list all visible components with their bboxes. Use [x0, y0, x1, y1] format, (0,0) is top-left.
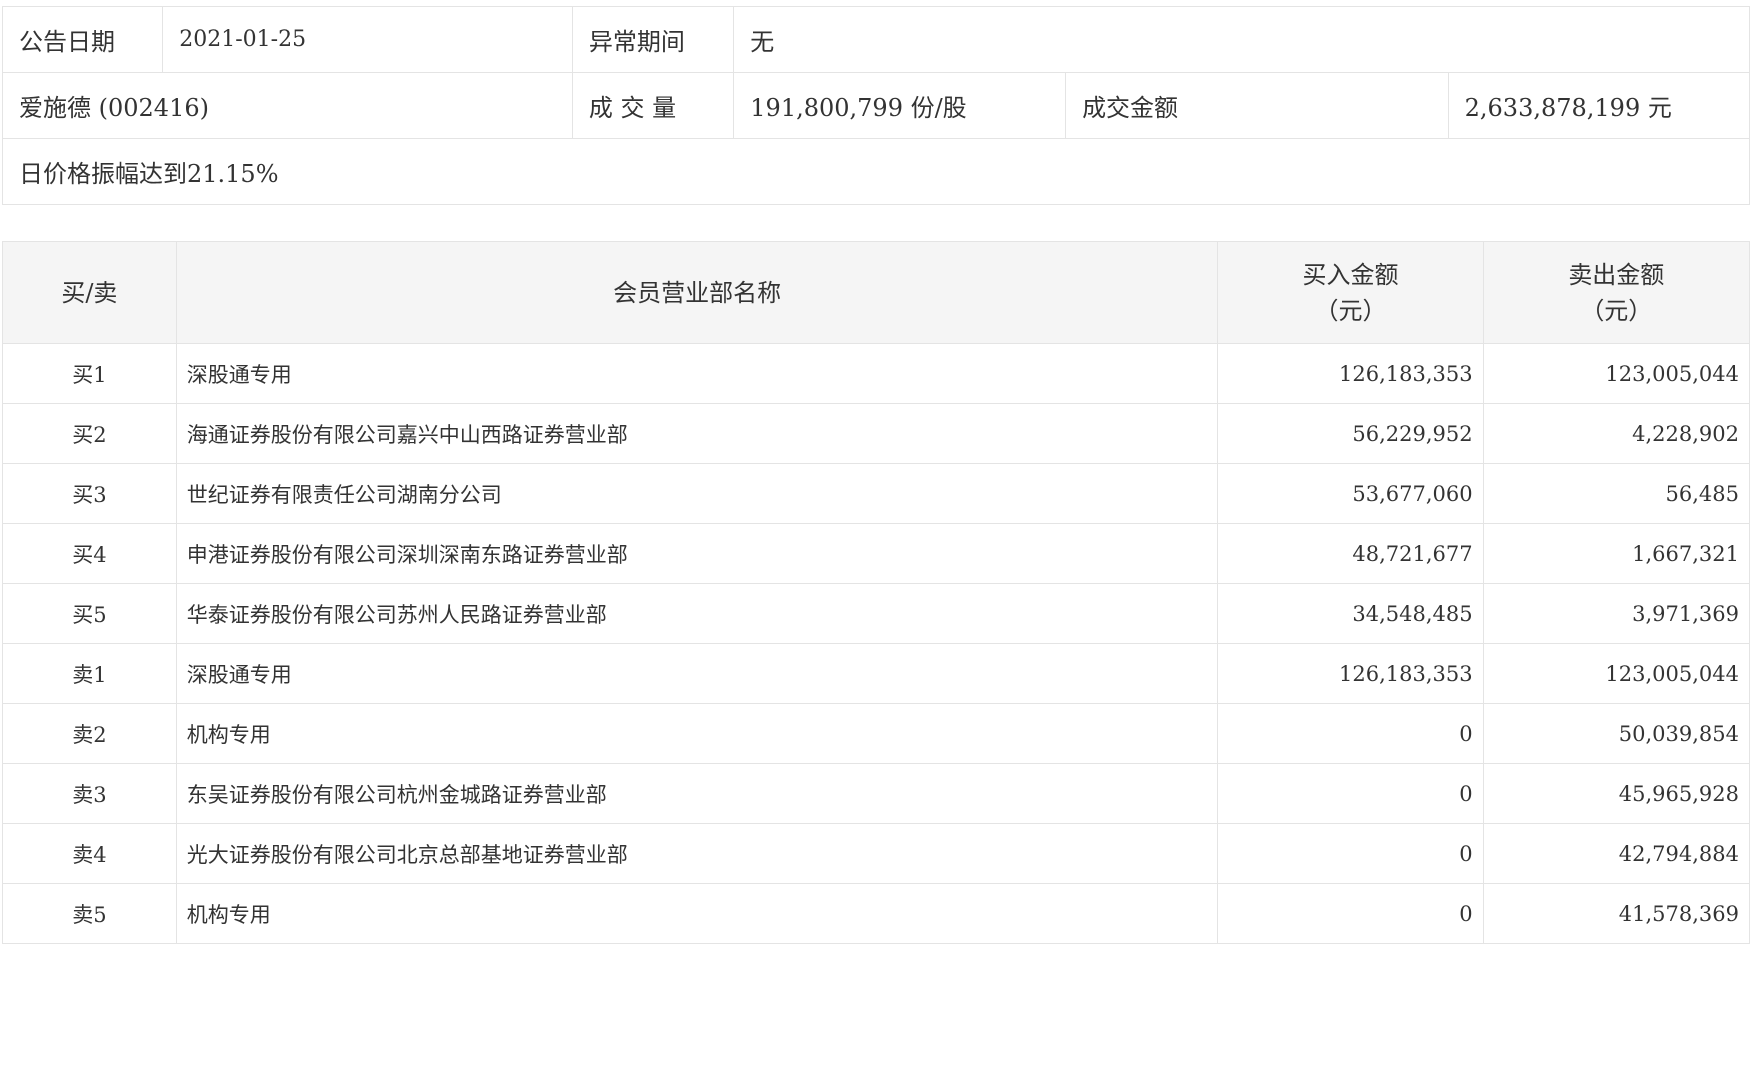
row-sell-amount: 123,005,044 — [1482, 343, 1751, 404]
row-side: 卖5 — [2, 883, 177, 944]
row-buy-amount: 34,548,485 — [1217, 583, 1484, 644]
table-row: 卖1 深股通专用 126,183,353 123,005,044 — [2, 643, 1751, 704]
table-row: 卖5 机构专用 0 41,578,369 — [2, 883, 1751, 944]
info-row-date: 公告日期 2021-01-25 异常期间 无 — [1, 6, 1750, 73]
row-side: 买3 — [2, 463, 177, 524]
row-member-name: 光大证券股份有限公司北京总部基地证券营业部 — [175, 823, 1219, 884]
header-side: 买/卖 — [2, 241, 177, 344]
row-side: 买1 — [2, 343, 177, 404]
row-sell-amount: 123,005,044 — [1482, 643, 1751, 704]
row-member-name: 深股通专用 — [175, 643, 1219, 704]
brokerage-trade-table: 买/卖 会员营业部名称 买入金额 （元） 卖出金额 （元） 买1 深股通专用 1… — [2, 241, 1751, 944]
table-row: 买1 深股通专用 126,183,353 123,005,044 — [2, 343, 1751, 404]
row-buy-amount: 126,183,353 — [1217, 643, 1484, 704]
row-buy-amount: 126,183,353 — [1217, 343, 1484, 404]
header-buy-line2: （元） — [1314, 296, 1387, 325]
table-row: 卖4 光大证券股份有限公司北京总部基地证券营业部 0 42,794,884 — [2, 823, 1751, 884]
row-buy-amount: 53,677,060 — [1217, 463, 1484, 524]
row-sell-amount: 41,578,369 — [1482, 883, 1751, 944]
table-row: 卖2 机构专用 0 50,039,854 — [2, 703, 1751, 764]
abnormal-reason: 日价格振幅达到21.15% — [2, 138, 1750, 205]
row-sell-amount: 1,667,321 — [1482, 523, 1751, 584]
row-member-name: 深股通专用 — [175, 343, 1219, 404]
volume-value: 191,800,799 份/股 — [733, 72, 1067, 139]
announce-date-value: 2021-01-25 — [162, 6, 573, 73]
row-sell-amount: 45,965,928 — [1482, 763, 1751, 824]
row-buy-amount: 48,721,677 — [1217, 523, 1484, 584]
header-buy-amount: 买入金额 （元） — [1217, 241, 1484, 344]
row-sell-amount: 42,794,884 — [1482, 823, 1751, 884]
turnover-label: 成交金额 — [1065, 72, 1449, 139]
row-side: 卖3 — [2, 763, 177, 824]
header-sell-amount: 卖出金额 （元） — [1482, 241, 1751, 344]
stock-info-table: 公告日期 2021-01-25 异常期间 无 爱施德 (002416) 成 交 … — [1, 6, 1751, 205]
table-row: 买4 申港证券股份有限公司深圳深南东路证券营业部 48,721,677 1,66… — [2, 523, 1751, 584]
row-side: 卖1 — [2, 643, 177, 704]
row-member-name: 机构专用 — [175, 883, 1219, 944]
header-sell-line1: 卖出金额 — [1568, 260, 1665, 289]
row-buy-amount: 0 — [1217, 883, 1484, 944]
table-row: 卖3 东吴证券股份有限公司杭州金城路证券营业部 0 45,965,928 — [2, 763, 1751, 824]
row-buy-amount: 0 — [1217, 823, 1484, 884]
row-member-name: 世纪证券有限责任公司湖南分公司 — [175, 463, 1219, 524]
row-buy-amount: 0 — [1217, 763, 1484, 824]
row-member-name: 机构专用 — [175, 703, 1219, 764]
header-member: 会员营业部名称 — [175, 241, 1219, 344]
table-row: 买5 华泰证券股份有限公司苏州人民路证券营业部 34,548,485 3,971… — [2, 583, 1751, 644]
row-member-name: 华泰证券股份有限公司苏州人民路证券营业部 — [175, 583, 1219, 644]
header-buy-line1: 买入金额 — [1302, 260, 1399, 289]
header-sell-line2: （元） — [1580, 296, 1653, 325]
row-side: 买4 — [2, 523, 177, 584]
row-member-name: 东吴证券股份有限公司杭州金城路证券营业部 — [175, 763, 1219, 824]
row-side: 卖2 — [2, 703, 177, 764]
row-side: 买5 — [2, 583, 177, 644]
row-sell-amount: 50,039,854 — [1482, 703, 1751, 764]
table-row: 买3 世纪证券有限责任公司湖南分公司 53,677,060 56,485 — [2, 463, 1751, 524]
row-sell-amount: 56,485 — [1482, 463, 1751, 524]
abnormal-period-label: 异常期间 — [571, 6, 735, 73]
abnormal-period-value: 无 — [733, 6, 1750, 73]
table-header-row: 买/卖 会员营业部名称 买入金额 （元） 卖出金额 （元） — [2, 241, 1751, 344]
row-buy-amount: 0 — [1217, 703, 1484, 764]
announce-date-label: 公告日期 — [1, 6, 164, 73]
row-member-name: 海通证券股份有限公司嘉兴中山西路证券营业部 — [175, 403, 1219, 464]
turnover-value: 2,633,878,199 元 — [1447, 72, 1751, 139]
info-row-volume: 爱施德 (002416) 成 交 量 191,800,799 份/股 成交金额 … — [2, 72, 1751, 139]
row-sell-amount: 4,228,902 — [1482, 403, 1751, 464]
info-row-reason: 日价格振幅达到21.15% — [2, 138, 1750, 205]
row-member-name: 申港证券股份有限公司深圳深南东路证券营业部 — [175, 523, 1219, 584]
row-side: 卖4 — [2, 823, 177, 884]
row-sell-amount: 3,971,369 — [1482, 583, 1751, 644]
row-buy-amount: 56,229,952 — [1217, 403, 1484, 464]
volume-label: 成 交 量 — [571, 72, 735, 139]
table-row: 买2 海通证券股份有限公司嘉兴中山西路证券营业部 56,229,952 4,22… — [2, 403, 1751, 464]
stock-name: 爱施德 (002416) — [2, 72, 573, 139]
row-side: 买2 — [2, 403, 177, 464]
